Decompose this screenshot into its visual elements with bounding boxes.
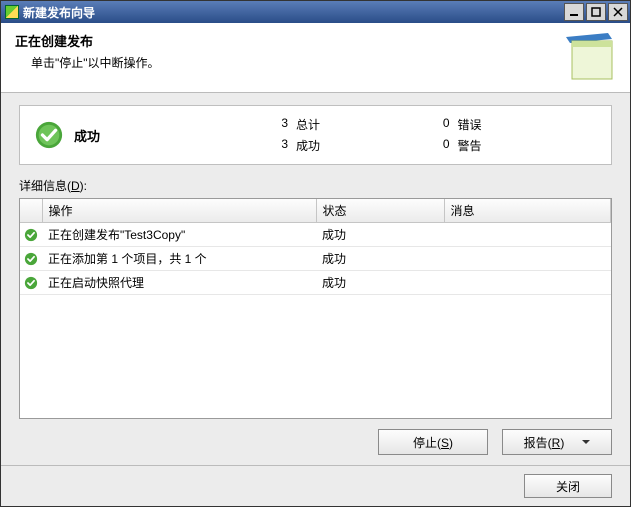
table-row[interactable]: 正在启动快照代理成功 bbox=[20, 271, 611, 295]
summary-panel: 成功 3总计 0错误 3成功 0警告 bbox=[19, 105, 612, 165]
row-message bbox=[444, 247, 611, 271]
wizard-body: 成功 3总计 0错误 3成功 0警告 详细信息(D): 操作 状态 消息 正在创… bbox=[1, 93, 630, 465]
table-row[interactable]: 正在创建发布"Test3Copy"成功 bbox=[20, 223, 611, 247]
app-icon bbox=[5, 5, 19, 19]
stop-button[interactable]: 停止(S) bbox=[378, 429, 488, 455]
summary-status: 成功 bbox=[74, 126, 274, 145]
row-operation: 正在添加第 1 个项目，共 1 个 bbox=[42, 247, 316, 271]
detail-label: 详细信息(D): bbox=[19, 177, 612, 194]
wizard-banner-icon bbox=[564, 31, 616, 83]
close-button[interactable] bbox=[608, 3, 628, 21]
row-message bbox=[444, 271, 611, 295]
wizard-header: 正在创建发布 单击"停止"以中断操作。 bbox=[1, 23, 630, 93]
maximize-button[interactable] bbox=[586, 3, 606, 21]
success-icon bbox=[34, 120, 64, 150]
detail-grid[interactable]: 操作 状态 消息 正在创建发布"Test3Copy"成功正在添加第 1 个项目，… bbox=[19, 198, 612, 419]
row-status-icon bbox=[20, 247, 42, 271]
col-message[interactable]: 消息 bbox=[444, 199, 611, 223]
page-title: 正在创建发布 bbox=[15, 31, 564, 50]
row-status: 成功 bbox=[316, 247, 444, 271]
stat-error: 0错误 bbox=[436, 116, 598, 133]
row-message bbox=[444, 223, 611, 247]
col-status[interactable]: 状态 bbox=[316, 199, 444, 223]
stat-total: 3总计 bbox=[274, 116, 436, 133]
row-operation: 正在启动快照代理 bbox=[42, 271, 316, 295]
stat-success: 3成功 bbox=[274, 137, 436, 154]
wizard-window: 新建发布向导 正在创建发布 单击"停止"以中断操作。 成功 3总计 0错 bbox=[0, 0, 631, 507]
page-subtitle: 单击"停止"以中断操作。 bbox=[31, 54, 564, 71]
action-row: 停止(S) 报告(R) bbox=[19, 419, 612, 459]
titlebar: 新建发布向导 bbox=[1, 1, 630, 23]
close-wizard-button[interactable]: 关闭 bbox=[524, 474, 612, 498]
col-icon[interactable] bbox=[20, 199, 42, 223]
row-operation: 正在创建发布"Test3Copy" bbox=[42, 223, 316, 247]
wizard-footer: 关闭 bbox=[1, 465, 630, 506]
minimize-button[interactable] bbox=[564, 3, 584, 21]
row-status-icon bbox=[20, 271, 42, 295]
table-row[interactable]: 正在添加第 1 个项目，共 1 个成功 bbox=[20, 247, 611, 271]
report-button[interactable]: 报告(R) bbox=[502, 429, 612, 455]
window-title: 新建发布向导 bbox=[23, 4, 564, 21]
window-controls bbox=[564, 3, 628, 21]
row-status-icon bbox=[20, 223, 42, 247]
row-status: 成功 bbox=[316, 223, 444, 247]
stat-warn: 0警告 bbox=[436, 137, 598, 154]
summary-stats: 3总计 0错误 3成功 0警告 bbox=[274, 116, 597, 154]
row-status: 成功 bbox=[316, 271, 444, 295]
col-operation[interactable]: 操作 bbox=[42, 199, 316, 223]
